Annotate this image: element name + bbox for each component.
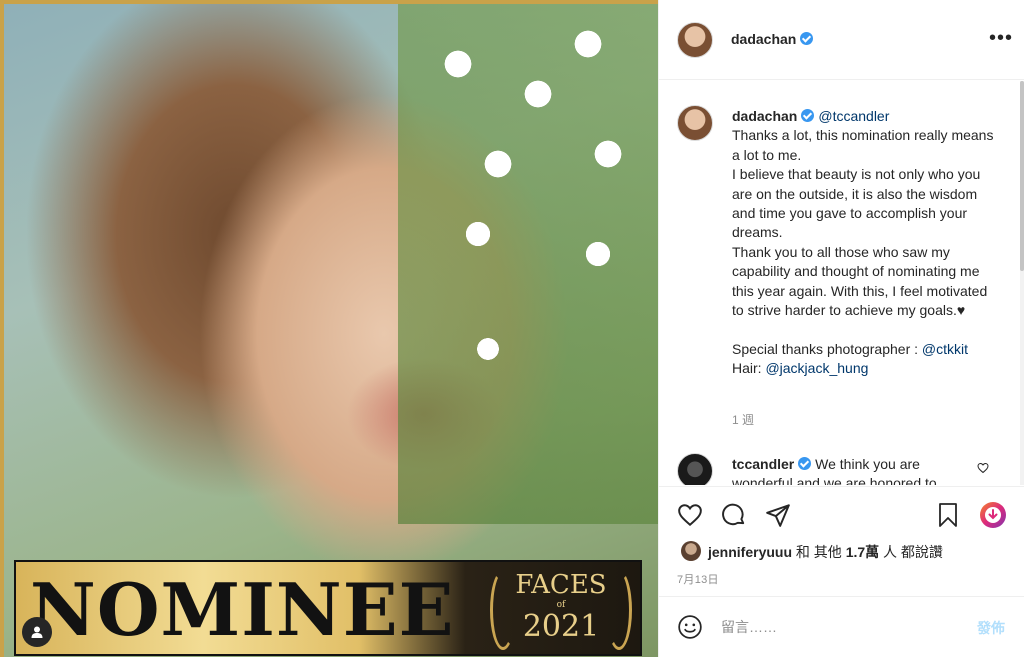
user-tag-icon xyxy=(31,626,43,638)
caption: dadachan @tccandler Thanks a lot, this no… xyxy=(732,107,1002,379)
caption-avatar[interactable] xyxy=(677,105,713,141)
credit-prefix: Special thanks photographer : xyxy=(732,340,922,357)
commenter-username[interactable]: tccandler xyxy=(732,456,794,472)
post-actions: jenniferyuuu 和 其他 1.7萬 人 都說讚 7月13日 xyxy=(659,486,1024,596)
user-tag-button[interactable] xyxy=(22,617,52,647)
comment-like-button[interactable] xyxy=(977,461,989,479)
paper-plane-icon xyxy=(766,504,790,527)
verified-badge-icon xyxy=(801,109,815,122)
post-comment-button[interactable]: 發佈 xyxy=(977,618,1005,638)
commenter-avatar[interactable] xyxy=(677,453,713,485)
emoji-button[interactable] xyxy=(677,614,703,645)
heart-icon xyxy=(977,462,989,474)
like-button[interactable] xyxy=(676,501,704,529)
nominee-banner: NOMINEE FACES of 2021 xyxy=(14,560,642,656)
heart-icon xyxy=(678,504,702,527)
verified-badge-icon xyxy=(800,32,814,45)
caption-time-ago[interactable]: 1 週 xyxy=(732,411,754,428)
comment-button[interactable] xyxy=(720,501,748,529)
caption-username[interactable]: dadachan xyxy=(732,108,797,124)
likes-text-suffix: 人 都說讚 xyxy=(879,544,943,560)
caption-credit-line: Special thanks photographer : @ctkkit xyxy=(732,340,1002,359)
caption-credit-line: Hair: @jackjack_hung xyxy=(732,359,1002,378)
liked-by-username[interactable]: jenniferyuuu xyxy=(708,544,792,560)
save-button[interactable] xyxy=(934,501,962,529)
author-avatar[interactable] xyxy=(677,22,713,58)
hair-mention-link[interactable]: @jackjack_hung xyxy=(765,360,868,376)
laurel-left-icon xyxy=(490,570,516,650)
comment-input[interactable] xyxy=(721,615,951,639)
author-username[interactable]: dadachan xyxy=(731,31,814,47)
caption-line: Thanks a lot, this nomination really mea… xyxy=(732,127,994,163)
comments-list[interactable]: dadachan @tccandler Thanks a lot, this no… xyxy=(659,81,1024,485)
comment-composer: 發佈 xyxy=(659,596,1024,657)
comment-text: tccandler We think you are wonderful and… xyxy=(732,455,982,485)
caption-mention-link[interactable]: @tccandler xyxy=(818,108,889,124)
comments-scrollbar-thumb[interactable] xyxy=(1020,81,1024,271)
credit-prefix: Hair: xyxy=(732,360,766,377)
comment-icon xyxy=(722,503,745,526)
author-username-text: dadachan xyxy=(731,31,797,47)
faces-2021-badge: FACES of 2021 xyxy=(486,564,636,654)
likes-summary: jenniferyuuu 和 其他 1.7萬 人 都說讚 xyxy=(708,542,943,562)
photographer-mention-link[interactable]: @ctkkit xyxy=(922,341,968,357)
share-button[interactable] xyxy=(764,501,792,529)
likes-count[interactable]: 1.7萬 xyxy=(846,544,879,560)
nominee-text: NOMINEE xyxy=(30,567,455,652)
likes-text-prefix: 和 其他 xyxy=(792,544,846,560)
smiley-icon xyxy=(678,615,702,639)
chamomile-flowers-image xyxy=(398,4,658,524)
download-extension-icon xyxy=(980,502,1006,528)
liked-by-avatar[interactable] xyxy=(681,541,701,561)
more-options-button[interactable]: ••• xyxy=(989,28,1013,48)
comment-row: tccandler We think you are wonderful and… xyxy=(659,453,1024,485)
bookmark-icon xyxy=(939,503,957,527)
post-image[interactable]: NOMINEE FACES of 2021 xyxy=(0,0,658,657)
post-side-panel: dadachan ••• dadachan @tccandler Thanks a… xyxy=(658,0,1024,657)
download-extension-button[interactable] xyxy=(979,501,1007,529)
caption-line: Thank you to all those who saw my capabi… xyxy=(732,243,988,319)
post-date[interactable]: 7月13日 xyxy=(677,571,719,587)
caption-line: I believe that beauty is not only who yo… xyxy=(732,166,981,241)
post-header: dadachan ••• xyxy=(659,0,1024,80)
verified-badge-icon xyxy=(798,457,812,470)
laurel-right-icon xyxy=(606,570,632,650)
